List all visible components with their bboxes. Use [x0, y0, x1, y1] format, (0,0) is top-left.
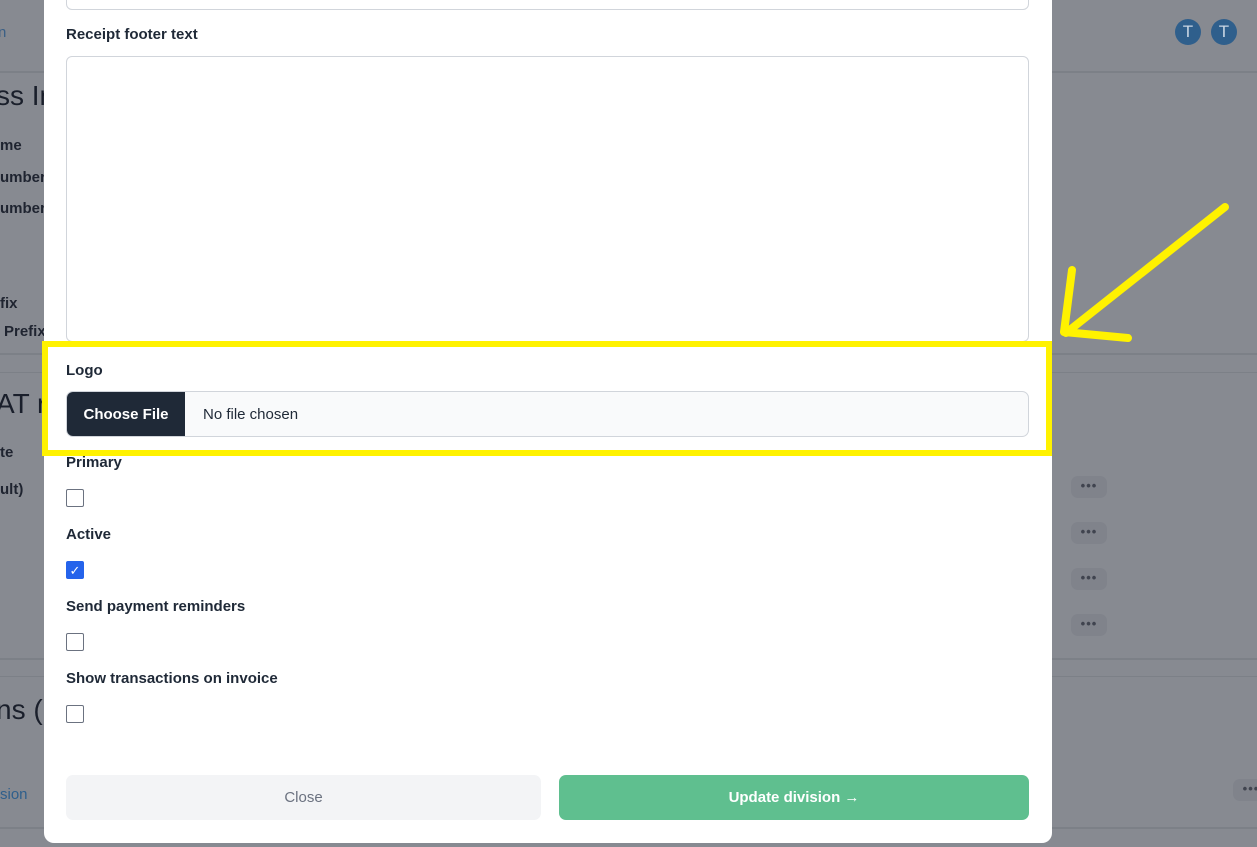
more-button[interactable]: ••• — [1071, 522, 1107, 544]
update-division-button[interactable]: Update division → — [559, 775, 1029, 820]
primary-checkbox[interactable] — [66, 489, 84, 507]
field-label: umber — [0, 169, 46, 186]
more-button[interactable]: ••• — [1071, 568, 1107, 590]
transactions-label: Show transactions on invoice — [66, 670, 278, 687]
field-label: umber — [0, 200, 46, 217]
add-division-link[interactable]: sion — [0, 786, 28, 803]
reminders-checkbox[interactable] — [66, 633, 84, 651]
transactions-checkbox[interactable] — [66, 705, 84, 723]
section-title: ns ( — [0, 694, 43, 725]
receipt-footer-textarea[interactable] — [66, 56, 1029, 342]
field-label: me — [0, 137, 22, 154]
avatar[interactable]: T — [1211, 19, 1237, 45]
previous-textarea[interactable] — [66, 0, 1029, 10]
check-icon: ✓ — [69, 563, 81, 578]
annotation-highlight-box — [42, 341, 1052, 456]
field-label: Prefix — [4, 323, 46, 340]
field-label: te — [0, 444, 14, 461]
active-checkbox[interactable]: ✓ — [66, 561, 84, 579]
close-button[interactable]: Close — [66, 775, 541, 820]
more-button[interactable]: ••• — [1071, 476, 1107, 498]
more-button[interactable]: ••• — [1233, 779, 1257, 801]
nav-fragment: n — [0, 24, 7, 41]
field-label: fix — [0, 295, 18, 312]
annotation-arrow-icon — [1060, 203, 1229, 342]
field-label: ult) — [0, 481, 24, 498]
primary-label: Primary — [66, 454, 122, 471]
active-label: Active — [66, 526, 112, 543]
reminders-label: Send payment reminders — [66, 598, 246, 615]
more-button[interactable]: ••• — [1071, 614, 1107, 636]
avatar[interactable]: T — [1175, 19, 1201, 45]
receipt-footer-label: Receipt footer text — [66, 26, 198, 43]
